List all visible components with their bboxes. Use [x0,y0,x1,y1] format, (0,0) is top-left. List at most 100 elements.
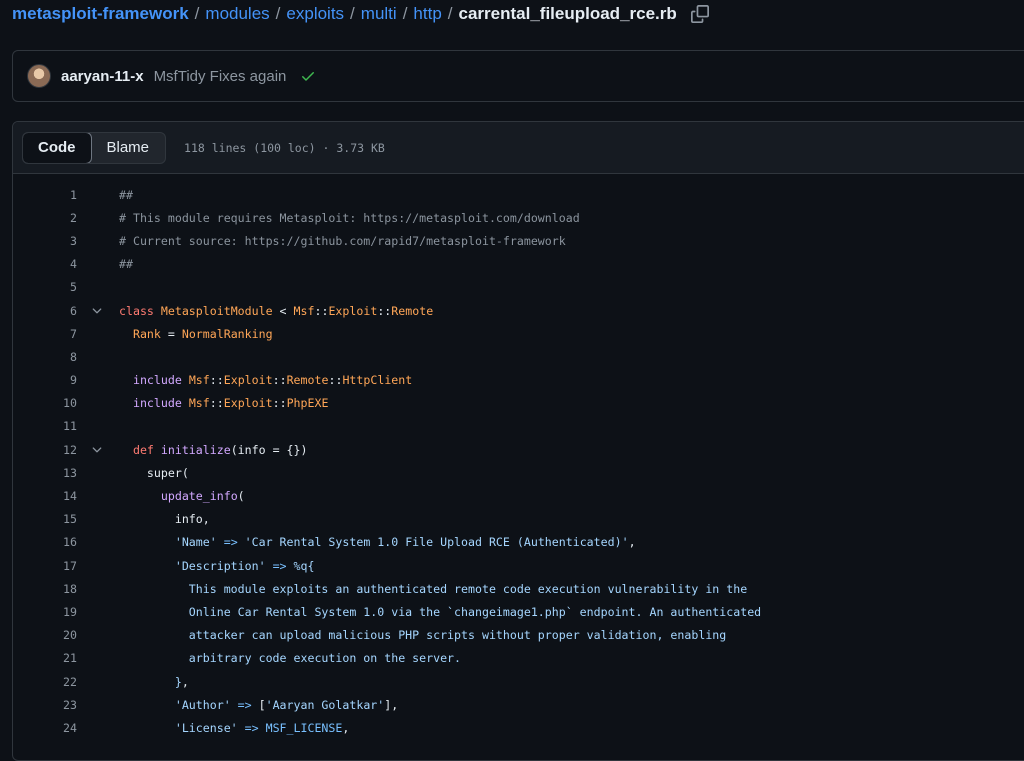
avatar[interactable] [27,64,51,88]
file-stats: 118 lines (100 loc) · 3.73 KB [184,140,385,155]
line-number[interactable]: 18 [13,582,77,596]
line-number[interactable]: 12 [13,443,77,457]
line-number[interactable]: 24 [13,721,77,735]
code-token: ], [384,697,399,712]
line-number[interactable]: 2 [13,211,77,225]
line-number[interactable]: 1 [13,188,77,202]
line-number[interactable]: 19 [13,605,77,619]
line-number[interactable]: 10 [13,396,77,410]
code-token: include [132,396,189,411]
code-line: 16 'Name' => 'Car Rental System 1.0 File… [13,531,1024,554]
code-text: This module exploits an authenticated re… [119,582,747,596]
breadcrumb-http-link[interactable]: http [413,4,441,24]
line-number[interactable]: 6 [13,304,77,318]
line-number[interactable]: 7 [13,327,77,341]
commit-message-link[interactable]: MsfTidy Fixes again [154,68,287,85]
breadcrumb-separator: / [275,4,281,23]
chevron-down-icon[interactable] [90,443,104,457]
commit-author-link[interactable]: aaryan-11-x [61,68,144,85]
code-token: MetasploitModule [160,303,273,318]
code-token: # Current source: https://github.com/rap… [119,233,566,248]
check-icon[interactable] [300,68,316,84]
code-token: = [160,326,182,341]
code-token: => [216,535,245,550]
code-token: PhpEXE [286,396,329,411]
code-line: 9 include Msf::Exploit::Remote::HttpClie… [13,369,1024,392]
breadcrumb-modules-link[interactable]: modules [205,4,269,24]
code-token: Online Car Rental System 1.0 via the `ch… [119,604,762,619]
code-text: info, [119,512,210,526]
code-token: => [230,697,259,712]
code-token: ## [119,187,133,202]
tab-code[interactable]: Code [23,132,92,163]
breadcrumb-separator: / [350,4,355,23]
line-number[interactable]: 9 [13,373,77,387]
code-token: MSF_LICENSE [265,720,343,735]
code-token: info, [119,512,210,527]
line-number[interactable]: 21 [13,651,77,665]
code-token: ## [119,257,133,272]
code-token: } [119,674,182,689]
code-line: 23 'Author' => ['Aaryan Golatkar'], [13,693,1024,716]
code-token: (info = {}) [230,442,308,457]
latest-commit-bar: aaryan-11-x MsfTidy Fixes again [12,50,1024,102]
code-line: 3 # Current source: https://github.com/ra… [13,229,1024,252]
file-name: carrental_fileupload_rce.rb [458,4,677,23]
line-number[interactable]: 16 [13,535,77,549]
copy-icon[interactable] [690,5,709,23]
code-token: class [119,303,161,318]
breadcrumb-exploits-link[interactable]: exploits [286,4,344,24]
breadcrumb: metasploit-framework / modules / exploit… [12,3,709,25]
code-token: 'Car Rental System 1.0 File Upload RCE (… [244,535,629,550]
code-line: 2 # This module requires Metasploit: http… [13,206,1024,229]
code-token: :: [272,373,287,388]
breadcrumb-multi-link[interactable]: multi [361,4,397,24]
code-line: 13 super( [13,461,1024,484]
code-line: 18 This module exploits an authenticated… [13,577,1024,600]
line-number[interactable]: 3 [13,234,77,248]
chevron-down-icon[interactable] [90,304,104,318]
tab-blame[interactable]: Blame [91,133,166,163]
line-number[interactable]: 4 [13,257,77,271]
code-token: attacker can upload malicious PHP script… [119,628,727,643]
line-number[interactable]: 5 [13,280,77,294]
code-text: update_info( [119,489,245,503]
code-token: This module exploits an authenticated re… [119,581,748,596]
code-token: %q{ [293,558,315,573]
code-token: , [342,720,350,735]
code-token: :: [328,373,343,388]
code-text: attacker can upload malicious PHP script… [119,628,726,642]
line-number[interactable]: 11 [13,419,77,433]
code-token: :: [377,303,392,318]
code-line: 12 def initialize(info = {}) [13,438,1024,461]
line-number[interactable]: 20 [13,628,77,642]
code-text: 'Name' => 'Car Rental System 1.0 File Up… [119,535,636,549]
file-viewer: Code Blame 118 lines (100 loc) · 3.73 KB… [12,121,1024,761]
line-number[interactable]: 8 [13,350,77,364]
breadcrumb-repo-link[interactable]: metasploit-framework [12,4,189,24]
line-number[interactable]: 13 [13,466,77,480]
code-view: 1 ## 2 # This module requires Metasploit: h… [13,174,1024,740]
code-token: 'Name' [174,535,217,550]
code-token: initialize [160,442,231,457]
code-text: Online Car Rental System 1.0 via the `ch… [119,605,761,619]
code-token: :: [314,303,329,318]
code-token: Msf [188,396,210,411]
line-number[interactable]: 22 [13,675,77,689]
line-number[interactable]: 14 [13,489,77,503]
code-line: 14 update_info( [13,484,1024,507]
code-token: , [628,535,636,550]
line-number[interactable]: 15 [13,512,77,526]
code-token: update_info [160,489,238,504]
code-text: include Msf::Exploit::Remote::HttpClient [119,373,412,387]
code-text: # This module requires Metasploit: https… [119,211,580,225]
code-line: 17 'Description' => %q{ [13,554,1024,577]
line-number[interactable]: 23 [13,698,77,712]
code-token: 'Description' [174,558,266,573]
line-number[interactable]: 17 [13,559,77,573]
code-token: super( [119,465,189,480]
